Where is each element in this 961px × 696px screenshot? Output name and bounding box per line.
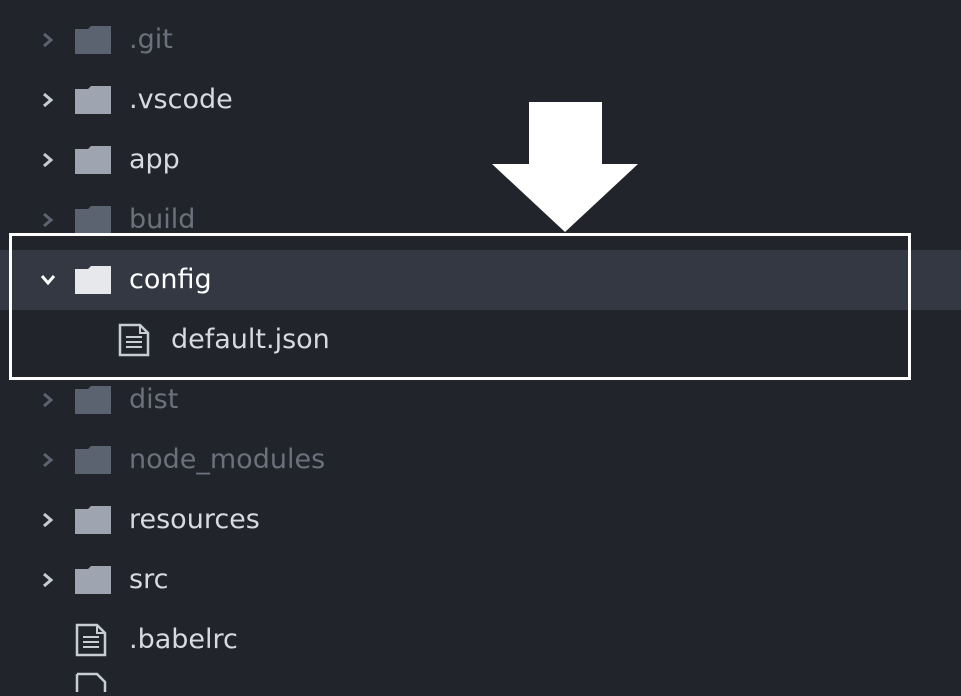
- chevron-right-icon[interactable]: [38, 510, 58, 530]
- file-tree: .git .vscode app build config default.js…: [0, 10, 961, 670]
- tree-item-app[interactable]: app: [0, 130, 961, 190]
- folder-icon: [75, 506, 111, 534]
- tree-item-label: .babelrc: [129, 624, 238, 655]
- chevron-right-icon[interactable]: [38, 450, 58, 470]
- tree-item-label: config: [129, 264, 212, 295]
- down-arrow-icon: [492, 102, 638, 232]
- file-text-icon: [75, 672, 107, 692]
- file-text-icon: [75, 623, 107, 657]
- folder-icon: [75, 146, 111, 174]
- tree-item-label: node_modules: [129, 444, 326, 475]
- tree-item-build[interactable]: build: [0, 190, 961, 250]
- chevron-down-icon[interactable]: [38, 270, 58, 290]
- tree-item-resources[interactable]: resources: [0, 490, 961, 550]
- tree-item-label: resources: [129, 504, 260, 535]
- tree-item-node-modules[interactable]: node_modules: [0, 430, 961, 490]
- tree-item-label: .git: [129, 24, 173, 55]
- chevron-right-icon[interactable]: [38, 390, 58, 410]
- tree-item-label: default.json: [171, 324, 330, 355]
- folder-icon: [75, 566, 111, 594]
- folder-open-icon: [75, 266, 111, 294]
- tree-item-dist[interactable]: dist: [0, 370, 961, 430]
- chevron-right-icon[interactable]: [38, 150, 58, 170]
- tree-item-git[interactable]: .git: [0, 10, 961, 70]
- tree-item-label: dist: [129, 384, 179, 415]
- chevron-right-icon[interactable]: [38, 30, 58, 50]
- tree-item-src[interactable]: src: [0, 550, 961, 610]
- folder-icon: [75, 446, 111, 474]
- tree-item-default-json[interactable]: default.json: [0, 310, 961, 370]
- tree-item-label: app: [129, 144, 180, 175]
- tree-item-label: build: [129, 204, 196, 235]
- tree-item-vscode[interactable]: .vscode: [0, 70, 961, 130]
- chevron-right-icon[interactable]: [38, 210, 58, 230]
- folder-icon: [75, 86, 111, 114]
- tree-item-label: src: [129, 564, 169, 595]
- folder-icon: [75, 26, 111, 54]
- tree-item-config[interactable]: config: [0, 250, 961, 310]
- tree-item-label: .vscode: [129, 84, 233, 115]
- file-text-icon: [118, 323, 150, 357]
- chevron-right-icon[interactable]: [38, 90, 58, 110]
- folder-icon: [75, 386, 111, 414]
- tree-item-babelrc[interactable]: .babelrc: [0, 610, 961, 670]
- folder-icon: [75, 206, 111, 234]
- chevron-right-icon[interactable]: [38, 570, 58, 590]
